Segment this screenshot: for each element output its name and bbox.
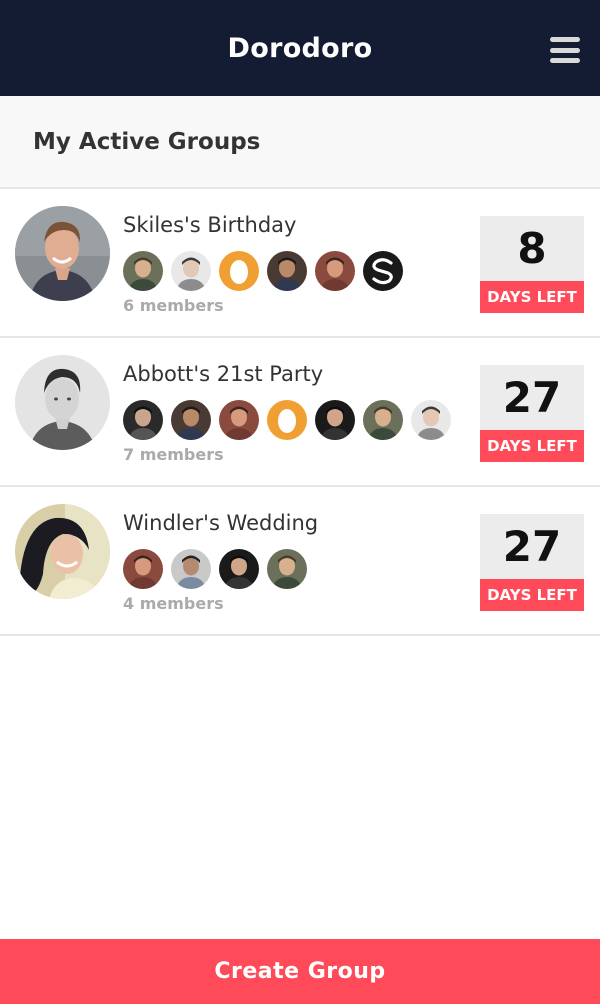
menu-bar	[550, 58, 580, 63]
member-avatar[interactable]	[315, 400, 355, 440]
member-avatar[interactable]	[171, 400, 211, 440]
days-left-label: DAYS LEFT	[480, 579, 584, 611]
member-avatar[interactable]	[219, 400, 259, 440]
member-count: 6 members	[123, 296, 224, 315]
member-avatar[interactable]	[363, 400, 403, 440]
group-name: Abbott's 21st Party	[123, 362, 324, 386]
menu-bar	[550, 37, 580, 42]
group-row[interactable]: Windler's Wedding 4 members 27 DAYS LEFT	[0, 487, 600, 636]
member-avatar[interactable]	[171, 549, 211, 589]
member-count: 7 members	[123, 445, 224, 464]
owner-avatar[interactable]	[15, 504, 110, 599]
member-avatar[interactable]	[315, 251, 355, 291]
days-left-badge[interactable]: 27 DAYS LEFT	[480, 514, 584, 611]
member-avatar[interactable]	[123, 400, 163, 440]
member-count: 4 members	[123, 594, 224, 613]
member-avatar[interactable]	[171, 251, 211, 291]
group-row[interactable]: Skiles's Birthday 6 members 8 DAYS LEFT	[0, 189, 600, 338]
days-left-number: 8	[480, 216, 584, 281]
group-list: Skiles's Birthday 6 members 8 DAYS LEFT …	[0, 189, 600, 636]
member-avatar[interactable]	[267, 251, 307, 291]
days-left-badge[interactable]: 8 DAYS LEFT	[480, 216, 584, 313]
member-avatars	[123, 400, 459, 440]
member-avatar[interactable]	[267, 549, 307, 589]
group-row[interactable]: Abbott's 21st Party 7 members 27 DAYS LE…	[0, 338, 600, 487]
member-avatars	[123, 251, 411, 291]
days-left-label: DAYS LEFT	[480, 281, 584, 313]
group-name: Skiles's Birthday	[123, 213, 297, 237]
days-left-badge[interactable]: 27 DAYS LEFT	[480, 365, 584, 462]
member-avatar[interactable]	[267, 400, 307, 440]
member-avatars	[123, 549, 315, 589]
owner-avatar[interactable]	[15, 206, 110, 301]
menu-bar	[550, 47, 580, 53]
days-left-label: DAYS LEFT	[480, 430, 584, 462]
create-group-button[interactable]: Create Group	[0, 939, 600, 1004]
member-avatar[interactable]	[123, 549, 163, 589]
hamburger-menu-icon[interactable]	[550, 37, 580, 63]
member-avatar[interactable]	[219, 251, 259, 291]
section-header: My Active Groups	[0, 96, 600, 189]
group-name: Windler's Wedding	[123, 511, 319, 535]
app-header: Dorodoro	[0, 0, 600, 96]
app-title: Dorodoro	[227, 32, 373, 64]
days-left-number: 27	[480, 514, 584, 579]
member-avatar[interactable]	[123, 251, 163, 291]
member-avatar[interactable]	[219, 549, 259, 589]
section-title: My Active Groups	[33, 128, 261, 155]
member-avatar[interactable]	[411, 400, 451, 440]
member-avatar[interactable]	[363, 251, 403, 291]
owner-avatar[interactable]	[15, 355, 110, 450]
days-left-number: 27	[480, 365, 584, 430]
